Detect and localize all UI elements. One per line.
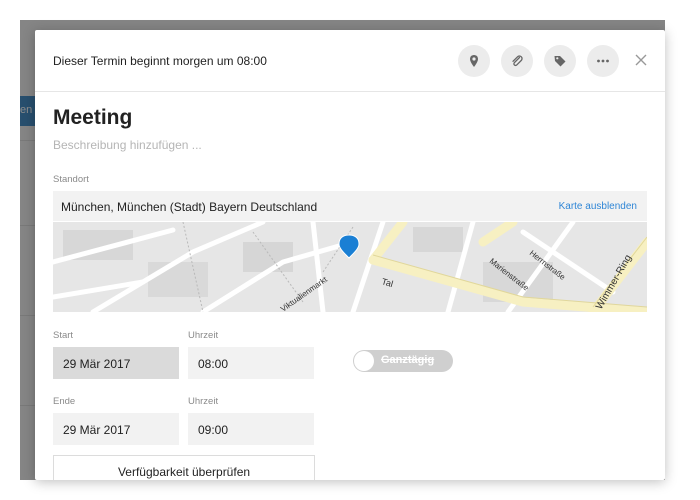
tag-button[interactable] [544, 45, 576, 77]
check-availability-button[interactable]: Verfügbarkeit überprüfen [53, 455, 315, 480]
start-time-label: Uhrzeit [188, 330, 219, 341]
end-time-label: Uhrzeit [188, 396, 219, 407]
tag-icon [554, 56, 566, 67]
start-time-input[interactable]: 08:00 [188, 347, 314, 379]
dialog-header: Dieser Termin beginnt morgen um 08:00 [35, 30, 665, 92]
event-start-notice: Dieser Termin beginnt morgen um 08:00 [53, 54, 267, 68]
paperclip-icon [512, 55, 523, 67]
start-date-input[interactable]: 29 Mär 2017 [53, 347, 179, 379]
location-value: München, München (Stadt) Bayern Deutschl… [61, 200, 318, 214]
close-icon [635, 54, 647, 66]
attachment-button[interactable] [501, 45, 533, 77]
event-dialog: Dieser Termin beginnt morgen um 08:00 Me… [35, 30, 665, 480]
location-button[interactable] [458, 45, 490, 77]
location-label: Standort [53, 174, 89, 185]
event-title[interactable]: Meeting [53, 106, 132, 130]
start-date-label: Start [53, 330, 74, 341]
description-input[interactable]: Beschreibung hinzufügen ... [53, 138, 202, 152]
end-date-input[interactable]: 29 Mär 2017 [53, 413, 179, 445]
all-day-toggle[interactable]: Ganztägig [353, 350, 453, 372]
hide-map-link[interactable]: Karte ausblenden [559, 201, 637, 212]
more-button[interactable] [587, 45, 619, 77]
map-canvas: Tal Herrnstraße Marienstraße Wimmer-Ring… [53, 222, 647, 312]
close-button[interactable] [630, 49, 652, 71]
end-time-input[interactable]: 09:00 [188, 413, 314, 445]
location-field[interactable]: München, München (Stadt) Bayern Deutschl… [53, 191, 647, 221]
location-pin-icon [470, 55, 478, 67]
more-icon [597, 59, 609, 63]
toggle-knob [354, 351, 374, 371]
all-day-label: Ganztägig [381, 354, 435, 366]
end-date-label: Ende [53, 396, 76, 407]
location-map[interactable]: Tal Herrnstraße Marienstraße Wimmer-Ring… [53, 222, 647, 312]
